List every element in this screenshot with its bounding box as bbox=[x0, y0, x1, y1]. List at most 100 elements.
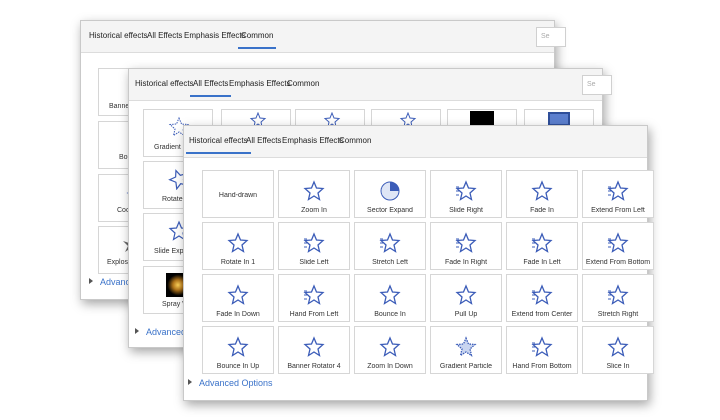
extend-left-star-icon bbox=[607, 180, 629, 201]
effect-tile[interactable]: Gradient Particle bbox=[430, 326, 502, 374]
search-input[interactable]: Se bbox=[582, 75, 612, 95]
effect-tile[interactable]: Pull Up bbox=[430, 274, 502, 322]
fade-down-star-icon bbox=[227, 284, 249, 305]
effect-label: Slice In bbox=[606, 363, 630, 370]
stage: Historical effects All Effects Emphasis … bbox=[0, 0, 720, 420]
advanced-options-link[interactable]: Advanc bbox=[89, 277, 130, 287]
hand-left-star-icon bbox=[303, 284, 325, 305]
banner-rotator-star-icon bbox=[303, 336, 325, 357]
tab-emphasis-effects[interactable]: Emphasis Effects bbox=[184, 31, 246, 40]
effect-label: Rotate In 1 bbox=[220, 259, 256, 266]
tab-all-effects[interactable]: All Effects bbox=[189, 79, 232, 97]
advanced-label: Advanced Options bbox=[199, 378, 273, 388]
effect-tile[interactable]: Slide Right bbox=[430, 170, 502, 218]
effect-tile[interactable]: Extend From Left bbox=[582, 170, 654, 218]
effect-label: Stretch Right bbox=[597, 311, 639, 318]
effect-label: Slide Right bbox=[449, 207, 483, 214]
expand-triangle-icon bbox=[135, 328, 139, 334]
effect-label: Hand From Bottom bbox=[512, 363, 572, 370]
advanced-label: Advanc bbox=[100, 277, 131, 287]
effect-label: Pull Up bbox=[454, 311, 478, 318]
tab-emphasis-effects[interactable]: Emphasis Effects bbox=[229, 79, 291, 88]
fade-star-icon bbox=[531, 180, 553, 201]
effect-tile[interactable]: Fade In Left bbox=[506, 222, 578, 270]
tab-bar: Historical effects All Effects Emphasis … bbox=[184, 126, 647, 158]
effect-label: Bounce In Up bbox=[216, 363, 260, 370]
effect-label: Stretch Left bbox=[372, 259, 408, 266]
effect-label: Zoom In bbox=[301, 207, 327, 214]
hand-bottom-star-icon bbox=[531, 336, 553, 357]
tab-common[interactable]: Common bbox=[287, 79, 319, 88]
zoom-down-star-icon bbox=[379, 336, 401, 357]
effect-tile[interactable]: Fade In Right bbox=[430, 222, 502, 270]
effect-tile[interactable]: Slide Left bbox=[278, 222, 350, 270]
effect-label: Extend From Left bbox=[591, 207, 645, 214]
effect-label: Zoom In Down bbox=[367, 363, 413, 370]
effect-tile[interactable]: Extend From Bottom bbox=[582, 222, 654, 270]
effect-tile[interactable]: Bounce In Up bbox=[202, 326, 274, 374]
effect-tile[interactable]: Zoom In bbox=[278, 170, 350, 218]
slide-left-star-icon bbox=[303, 232, 325, 253]
effect-tile[interactable]: Hand From Left bbox=[278, 274, 350, 322]
tab-historical-effects[interactable]: Historical effects bbox=[135, 79, 194, 88]
effect-label: Hand From Left bbox=[289, 311, 339, 318]
effect-tile[interactable]: Hand-drawn bbox=[202, 170, 274, 218]
tab-bar: Historical effects All Effects Emphasis … bbox=[81, 21, 566, 53]
effect-tile[interactable]: Hand From Bottom bbox=[506, 326, 578, 374]
effects-panel-front: Historical effects All Effects Emphasis … bbox=[183, 125, 654, 401]
extend-bottom-star-icon bbox=[607, 232, 629, 253]
zoom-in-star-icon bbox=[303, 180, 325, 201]
effect-label: Hand-drawn bbox=[218, 192, 258, 199]
effect-tile[interactable]: Banner Rotator 4 bbox=[278, 326, 350, 374]
effect-tile[interactable]: Bounce In bbox=[354, 274, 426, 322]
effect-tile[interactable]: Slice In bbox=[582, 326, 654, 374]
advanced-options-link[interactable]: Advanced Options bbox=[188, 378, 273, 388]
blue-image bbox=[548, 112, 570, 126]
effect-tile[interactable]: Zoom In Down bbox=[354, 326, 426, 374]
tab-emphasis-effects[interactable]: Emphasis Effects bbox=[282, 136, 344, 145]
pull-up-star-icon bbox=[455, 284, 477, 305]
effect-tile[interactable]: Fade In bbox=[506, 170, 578, 218]
effect-tile[interactable]: Stretch Left bbox=[354, 222, 426, 270]
effect-label: Extend From Bottom bbox=[585, 259, 651, 266]
effect-label: Gradient Particle bbox=[439, 363, 493, 370]
tab-all-effects[interactable]: All Effects bbox=[147, 31, 182, 40]
effect-label: Explosi bbox=[107, 259, 130, 266]
sector-expand-icon bbox=[380, 181, 400, 201]
expand-triangle-icon bbox=[188, 379, 192, 385]
slide-right-star-icon bbox=[455, 180, 477, 201]
fade-right-star-icon bbox=[455, 232, 477, 253]
expand-triangle-icon bbox=[89, 278, 93, 284]
tab-bar: Historical effects All Effects Emphasis … bbox=[129, 69, 612, 101]
effect-tile[interactable]: Extend from Center bbox=[506, 274, 578, 322]
advanced-options-link[interactable]: Advanced bbox=[135, 327, 186, 337]
extend-center-star-icon bbox=[531, 284, 553, 305]
effect-tile[interactable]: Rotate In 1 bbox=[202, 222, 274, 270]
tab-historical-effects[interactable]: Historical effects bbox=[89, 31, 148, 40]
effect-label: Extend from Center bbox=[511, 311, 573, 318]
gradient-particle-icon bbox=[455, 336, 477, 357]
tab-common[interactable]: Common bbox=[339, 136, 371, 145]
effect-label: Fade In bbox=[530, 207, 554, 214]
effect-tile[interactable]: Sector Expand bbox=[354, 170, 426, 218]
bounce-star-icon bbox=[379, 284, 401, 305]
effect-label: Slide Left bbox=[299, 259, 329, 266]
fade-left-star-icon bbox=[531, 232, 553, 253]
effect-tile[interactable]: Stretch Right bbox=[582, 274, 654, 322]
advanced-label: Advanced bbox=[146, 327, 187, 337]
effect-label: Sector Expand bbox=[367, 207, 413, 214]
bounce-up-star-icon bbox=[227, 336, 249, 357]
effect-label: Banner Rotator 4 bbox=[287, 363, 341, 370]
tab-historical-effects[interactable]: Historical effects bbox=[186, 136, 251, 154]
slice-star-icon bbox=[607, 336, 629, 357]
tab-all-effects[interactable]: All Effects bbox=[246, 136, 281, 145]
effect-label: Fade In Down bbox=[216, 311, 260, 318]
tab-common[interactable]: Common bbox=[237, 31, 277, 49]
effect-label: Bounce In bbox=[374, 311, 406, 318]
effect-label: Fade In Left bbox=[523, 259, 561, 266]
rotate-star-icon bbox=[227, 232, 249, 253]
effect-tile[interactable]: Fade In Down bbox=[202, 274, 274, 322]
stretch-left-star-icon bbox=[379, 232, 401, 253]
search-input[interactable]: Se bbox=[536, 27, 566, 47]
effect-label: Fade In Right bbox=[444, 259, 488, 266]
